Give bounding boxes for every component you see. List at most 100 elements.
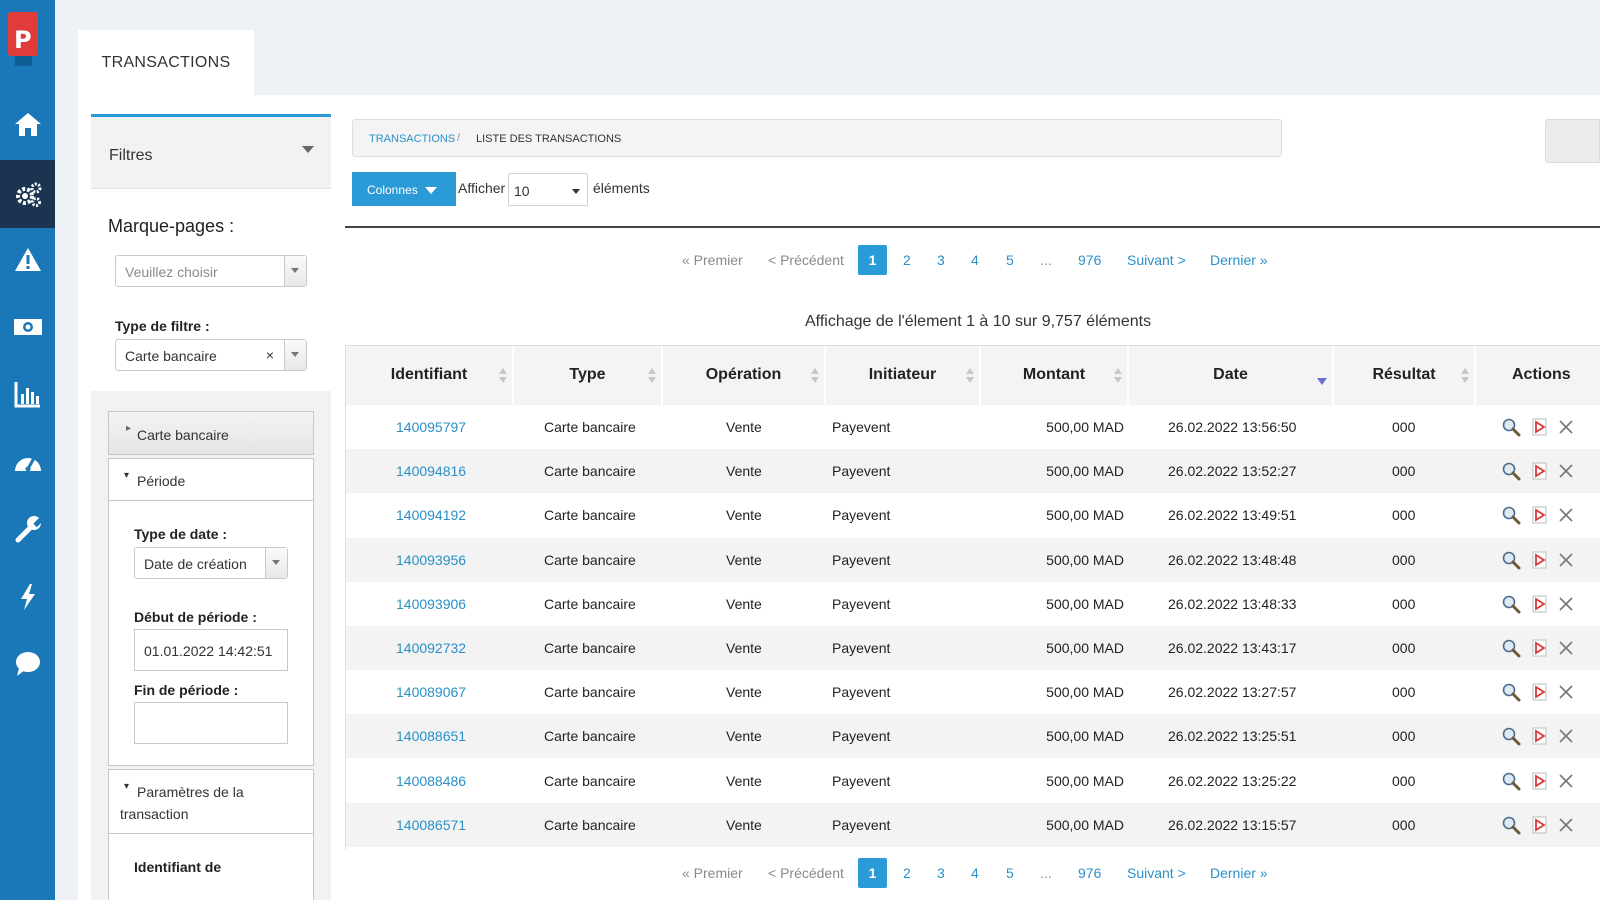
cell-identifiant[interactable]: 140094192 (396, 507, 466, 523)
tab-transactions[interactable]: TRANSACTIONS (78, 30, 254, 96)
cancel-icon[interactable] (1556, 594, 1576, 614)
pager-last[interactable]: Dernier » (1210, 865, 1268, 881)
col-date[interactable]: Date (1129, 346, 1334, 405)
col-montant[interactable]: Montant (981, 346, 1129, 405)
pager-next[interactable]: Suivant > (1127, 865, 1186, 881)
view-icon[interactable] (1501, 594, 1521, 614)
col-resultat[interactable]: Résultat (1334, 346, 1476, 405)
rail-power[interactable] (0, 563, 55, 631)
cell-identifiant[interactable]: 140093906 (396, 596, 466, 612)
rail-stats[interactable] (0, 360, 55, 428)
pager-page-last[interactable]: 976 (1078, 252, 1101, 268)
rail-tools[interactable] (0, 495, 55, 563)
cancel-icon[interactable] (1556, 682, 1576, 702)
cancel-icon[interactable] (1556, 815, 1576, 835)
cell-identifiant[interactable]: 140094816 (396, 463, 466, 479)
start-date-field[interactable]: 01.01.2022 14:42:51 (134, 629, 288, 671)
sort-icon[interactable] (966, 368, 974, 384)
pager-next[interactable]: Suivant > (1127, 252, 1186, 268)
pdf-icon[interactable] (1530, 417, 1550, 437)
pdf-icon[interactable] (1530, 505, 1550, 525)
rail-money[interactable] (0, 293, 55, 361)
filter-type-select[interactable]: Carte bancaire × (115, 339, 307, 371)
col-type[interactable]: Type (514, 346, 663, 405)
view-icon[interactable] (1501, 771, 1521, 791)
pdf-icon[interactable] (1530, 638, 1550, 658)
clear-icon[interactable]: × (266, 347, 274, 363)
view-icon[interactable] (1501, 417, 1521, 437)
page-size-select[interactable]: 10 (508, 173, 588, 206)
section-carte-bancaire[interactable]: ▸ Carte bancaire (108, 411, 314, 455)
pdf-icon[interactable] (1530, 771, 1550, 791)
cancel-icon[interactable] (1556, 771, 1576, 791)
pdf-icon[interactable] (1530, 726, 1550, 746)
cell-identifiant[interactable]: 140088651 (396, 728, 466, 744)
rail-chat[interactable] (0, 630, 55, 698)
filter-type-dropdown-button[interactable] (284, 340, 306, 370)
sort-icon[interactable] (811, 368, 819, 384)
cell-identifiant[interactable]: 140088486 (396, 773, 466, 789)
end-date-field[interactable] (134, 702, 288, 744)
pager-page-2[interactable]: 2 (903, 865, 911, 881)
cancel-icon[interactable] (1556, 726, 1576, 746)
corner-button[interactable] (1545, 119, 1600, 163)
cancel-icon[interactable] (1556, 417, 1576, 437)
pager-page-3[interactable]: 3 (937, 865, 945, 881)
view-icon[interactable] (1501, 726, 1521, 746)
col-operation[interactable]: Opération (663, 346, 826, 405)
col-initiateur[interactable]: Initiateur (826, 346, 981, 405)
pager-page-4[interactable]: 4 (971, 865, 979, 881)
section-parametres-header[interactable]: ▾ Paramètres de la transaction (109, 770, 313, 834)
rail-settings[interactable] (0, 160, 55, 228)
date-type-select[interactable]: Date de création (134, 547, 288, 579)
cancel-icon[interactable] (1556, 638, 1576, 658)
col-identifiant[interactable]: Identifiant (346, 346, 514, 405)
rail-dashboard[interactable] (0, 428, 55, 496)
pager-prev[interactable]: < Précédent (768, 252, 844, 268)
pager-page-3[interactable]: 3 (937, 252, 945, 268)
sort-icon[interactable] (1114, 368, 1122, 384)
filters-header[interactable]: Filtres (91, 117, 331, 189)
pager-first[interactable]: « Premier (682, 252, 743, 268)
pdf-icon[interactable] (1530, 815, 1550, 835)
app-logo[interactable]: P (8, 12, 38, 66)
sort-icon[interactable] (1461, 368, 1469, 384)
cancel-icon[interactable] (1556, 461, 1576, 481)
cell-identifiant[interactable]: 140089067 (396, 684, 466, 700)
pager-page-1[interactable]: 1 (858, 245, 887, 275)
sort-icon[interactable] (499, 368, 507, 384)
view-icon[interactable] (1501, 505, 1521, 525)
cancel-icon[interactable] (1556, 550, 1576, 570)
view-icon[interactable] (1501, 682, 1521, 702)
pager-page-5[interactable]: 5 (1006, 865, 1014, 881)
cell-identifiant[interactable]: 140095797 (396, 419, 466, 435)
pdf-icon[interactable] (1530, 594, 1550, 614)
pager-page-2[interactable]: 2 (903, 252, 911, 268)
pager-prev[interactable]: < Précédent (768, 865, 844, 881)
cell-identifiant[interactable]: 140092732 (396, 640, 466, 656)
pager-page-4[interactable]: 4 (971, 252, 979, 268)
rail-home[interactable] (0, 90, 55, 158)
pager-last[interactable]: Dernier » (1210, 252, 1268, 268)
section-periode-header[interactable]: ▾ Période (109, 459, 313, 501)
breadcrumb-root[interactable]: TRANSACTIONS (369, 133, 455, 145)
cell-identifiant[interactable]: 140093956 (396, 552, 466, 568)
view-icon[interactable] (1501, 461, 1521, 481)
collapse-icon[interactable] (302, 146, 314, 153)
view-icon[interactable] (1501, 815, 1521, 835)
pager-page-last[interactable]: 976 (1078, 865, 1101, 881)
columns-button[interactable]: Colonnes (352, 172, 456, 206)
pdf-icon[interactable] (1530, 550, 1550, 570)
pdf-icon[interactable] (1530, 682, 1550, 702)
view-icon[interactable] (1501, 638, 1521, 658)
sort-icon[interactable] (648, 368, 656, 384)
view-icon[interactable] (1501, 550, 1521, 570)
cancel-icon[interactable] (1556, 505, 1576, 525)
pager-page-1[interactable]: 1 (858, 858, 887, 888)
cell-identifiant[interactable]: 140086571 (396, 817, 466, 833)
date-type-dropdown-button[interactable] (265, 548, 287, 578)
pager-first[interactable]: « Premier (682, 865, 743, 881)
pdf-icon[interactable] (1530, 461, 1550, 481)
pager-page-5[interactable]: 5 (1006, 252, 1014, 268)
sort-desc-icon[interactable] (1317, 378, 1327, 385)
